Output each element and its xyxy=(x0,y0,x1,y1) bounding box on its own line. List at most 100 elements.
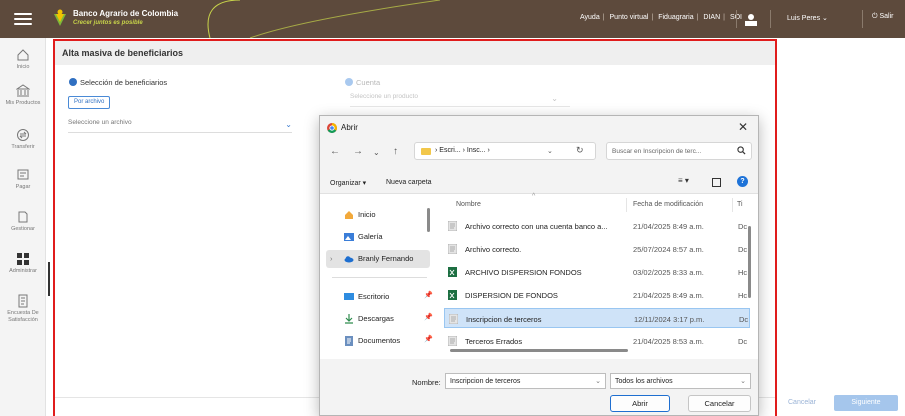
chrome-icon xyxy=(327,123,337,133)
search-input[interactable]: Buscar en Inscripcion de terc... xyxy=(606,142,752,160)
navigation-pane: Inicio Galería › Branly Fernando Escrito… xyxy=(320,194,438,359)
sidebar-item-transferir[interactable]: Transferir xyxy=(0,128,46,151)
link-ayuda[interactable]: Ayuda xyxy=(580,14,600,21)
by-file-button[interactable]: Por archivo xyxy=(68,96,111,109)
link-dian[interactable]: DIAN xyxy=(703,14,720,21)
chevron-down-icon: ⌄ xyxy=(551,94,558,103)
download-icon xyxy=(345,314,353,324)
refresh-icon[interactable]: ↻ xyxy=(576,145,584,156)
filename-input[interactable]: Inscripcion de terceros ⌄ xyxy=(445,373,606,389)
preview-pane-icon[interactable] xyxy=(712,178,721,187)
user-icon[interactable] xyxy=(743,11,759,27)
new-folder-button[interactable]: Nueva carpeta xyxy=(386,179,432,186)
cloud-icon xyxy=(344,256,354,263)
chevron-down-icon[interactable]: ⌄ xyxy=(595,377,601,385)
user-menu[interactable]: Luis Peres ⌄ xyxy=(787,14,828,22)
file-select[interactable]: Seleccione un archivo ⌄ xyxy=(68,119,292,133)
column-date[interactable]: Fecha de modificación xyxy=(633,201,703,208)
link-punto-virtual[interactable]: Punto virtual xyxy=(610,14,649,21)
spreadsheet-file-icon xyxy=(448,290,457,300)
filetype-select[interactable]: Todos los archivos ⌄ xyxy=(610,373,751,389)
nav-scrollbar[interactable] xyxy=(427,208,430,232)
sidebar: Inicio Mis Productos Transferir Pagar Ge… xyxy=(0,38,46,416)
close-icon[interactable]: ✕ xyxy=(738,120,748,134)
open-button[interactable]: Abrir xyxy=(610,395,670,412)
folder-icon xyxy=(421,148,431,155)
file-row[interactable]: Terceros Errados 21/04/2025 8:53 a.m. Dc xyxy=(444,331,750,351)
nav-item-onedrive[interactable]: › Branly Fernando xyxy=(326,250,430,268)
page-title: Alta masiva de beneficiarios xyxy=(62,48,184,58)
step2-label: Cuenta xyxy=(356,78,381,87)
bank-logo xyxy=(54,9,66,26)
organize-menu[interactable]: Organizar ▾ xyxy=(330,179,366,187)
divider xyxy=(862,10,863,28)
column-separator[interactable] xyxy=(626,198,627,212)
breadcrumb[interactable]: › Escri... › Insc... › xyxy=(435,147,490,154)
dialog-footer: Nombre: Inscripcion de terceros ⌄ Todos l… xyxy=(320,359,758,415)
bank-icon xyxy=(16,84,30,97)
pin-icon[interactable]: 📌 xyxy=(424,335,433,343)
back-icon[interactable]: ← xyxy=(330,146,340,157)
file-list-horizontal-scrollbar[interactable] xyxy=(450,349,628,352)
file-row-selected[interactable]: Inscripcion de terceros 12/11/2024 3:17 p… xyxy=(444,308,750,328)
next-button[interactable]: Siguiente xyxy=(834,395,898,411)
sidebar-item-administrar[interactable]: Administrar xyxy=(0,252,46,275)
divider xyxy=(770,10,771,28)
forward-icon[interactable]: → xyxy=(353,146,363,157)
dialog-title: Abrir xyxy=(341,123,358,132)
sidebar-item-pagar[interactable]: Pagar xyxy=(0,168,46,191)
manage-icon xyxy=(18,211,28,223)
home-icon xyxy=(17,49,29,61)
sidebar-item-encuesta[interactable]: Encuesta De Satisfacción xyxy=(0,294,46,323)
brand-tagline: Crecer juntos es posible xyxy=(73,20,143,26)
menu-icon[interactable] xyxy=(14,10,32,28)
sidebar-item-productos[interactable]: Mis Productos xyxy=(0,84,46,107)
step1-indicator xyxy=(69,78,77,86)
payment-icon xyxy=(17,169,29,180)
transfer-icon xyxy=(17,129,29,141)
chevron-down-icon: ⌄ xyxy=(285,120,292,129)
column-name[interactable]: Nombre xyxy=(456,201,481,208)
document-file-icon xyxy=(448,221,457,231)
divider xyxy=(736,10,737,28)
nav-divider xyxy=(332,277,427,278)
admin-grid-icon xyxy=(17,253,29,265)
product-select[interactable]: Seleccione un producto ⌄ xyxy=(350,93,570,107)
expand-icon[interactable]: › xyxy=(330,254,333,263)
sidebar-item-gestionar[interactable]: Gestionar xyxy=(0,210,46,233)
brand-name: Banco Agrario de Colombia xyxy=(73,9,179,18)
help-icon[interactable]: ? xyxy=(737,176,748,187)
spreadsheet-file-icon xyxy=(448,267,457,277)
file-row[interactable]: ARCHIVO DISPERSION FONDOS 03/02/2025 8:33… xyxy=(444,262,750,282)
file-list-vertical-scrollbar[interactable] xyxy=(748,226,751,298)
desktop-icon xyxy=(344,293,354,300)
file-row[interactable]: Archivo correcto. 25/07/2024 8:57 a.m. Dc xyxy=(444,239,750,259)
dialog-cancel-button[interactable]: Cancelar xyxy=(688,395,751,412)
cancel-button[interactable]: Cancelar xyxy=(788,399,816,406)
file-row[interactable]: DISPERSION DE FONDOS 21/04/2025 8:49 a.m.… xyxy=(444,285,750,305)
search-icon xyxy=(737,146,746,155)
top-bar: Banco Agrario de Colombia Crecer juntos … xyxy=(0,0,905,38)
document-file-icon xyxy=(449,314,458,324)
chevron-down-icon[interactable]: ⌄ xyxy=(547,147,553,155)
survey-icon xyxy=(18,294,28,308)
address-bar[interactable]: › Escri... › Insc... › ⌄ ↻ xyxy=(414,142,596,160)
logout-button[interactable]: ⏻ Salir xyxy=(872,13,894,21)
link-fiduagraria[interactable]: Fiduagraria xyxy=(658,14,693,21)
sidebar-item-inicio[interactable]: Inicio xyxy=(0,48,46,71)
dialog-body: Inicio Galería › Branly Fernando Escrito… xyxy=(320,193,758,359)
document-file-icon xyxy=(448,244,457,254)
step1-label: Selección de beneficiarios xyxy=(80,78,168,87)
view-options-icon[interactable]: ≡ ▾ xyxy=(678,176,689,185)
column-type[interactable]: Ti xyxy=(737,201,743,208)
home-icon xyxy=(345,211,353,219)
file-row[interactable]: Archivo correcto con una cuenta banco a.… xyxy=(444,216,750,236)
pin-icon[interactable]: 📌 xyxy=(424,313,433,321)
filename-label: Nombre: xyxy=(412,378,441,387)
column-headers: Nombre ^ Fecha de modificación Ti xyxy=(440,193,758,212)
column-separator[interactable] xyxy=(732,198,733,212)
documents-icon xyxy=(345,336,353,346)
pin-icon[interactable]: 📌 xyxy=(424,291,433,299)
up-icon[interactable]: ↑ xyxy=(393,146,398,157)
history-dropdown-icon[interactable]: ⌄ xyxy=(373,148,380,157)
